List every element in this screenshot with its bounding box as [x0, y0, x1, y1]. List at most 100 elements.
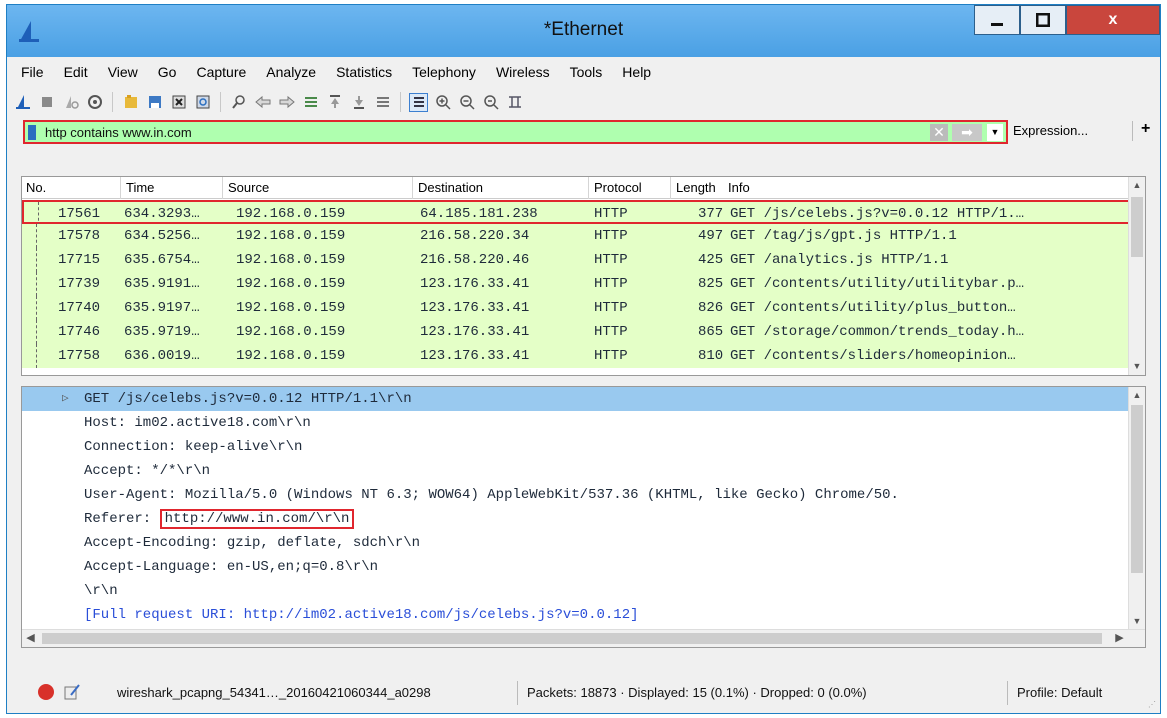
filter-text[interactable]: http contains www.in.com [45, 125, 192, 140]
table-row[interactable]: 17715 635.6754… 192.168.0.159 216.58.220… [22, 248, 1134, 272]
scroll-down-icon[interactable]: ▼ [1129, 613, 1145, 630]
cell-source: 192.168.0.159 [236, 206, 346, 222]
go-forward-icon[interactable] [277, 93, 296, 112]
menu-go[interactable]: Go [148, 64, 187, 80]
chevron-down-icon[interactable]: ▼ [987, 124, 1003, 141]
save-file-icon[interactable] [145, 93, 164, 112]
detail-line-accept[interactable]: Accept: */*\r\n [22, 459, 1130, 483]
menu-statistics[interactable]: Statistics [326, 64, 402, 80]
display-filter-input[interactable]: http contains www.in.com ✕ ➡ ▼ [23, 120, 1008, 144]
cell-protocol: HTTP [594, 276, 628, 292]
detail-line-request[interactable]: ▷ GET /js/celebs.js?v=0.0.12 HTTP/1.1\r\… [22, 387, 1130, 411]
detail-line-full-uri[interactable]: [Full request URI: http://im02.active18.… [22, 603, 1130, 627]
scroll-right-icon[interactable]: ▶ [1111, 630, 1128, 647]
colorize-icon[interactable] [409, 92, 428, 112]
cell-info: GET /storage/common/trends_today.h… [730, 324, 1025, 340]
scroll-up-icon[interactable]: ▲ [1129, 177, 1145, 194]
column-length[interactable]: Length [676, 180, 716, 195]
close-file-icon[interactable] [169, 93, 188, 112]
scroll-thumb[interactable] [42, 633, 1102, 644]
detail-line-crlf[interactable]: \r\n [22, 579, 1130, 603]
details-horizontal-scrollbar[interactable]: ◀ ▶ [22, 629, 1145, 647]
scroll-left-icon[interactable]: ◀ [22, 630, 39, 647]
details-vertical-scrollbar[interactable]: ▲ ▼ [1128, 387, 1145, 630]
capture-options-icon[interactable] [85, 93, 104, 112]
last-packet-icon[interactable] [349, 93, 368, 112]
column-info[interactable]: Info [728, 180, 750, 195]
tree-line [36, 296, 37, 320]
table-row[interactable]: 17739 635.9191… 192.168.0.159 123.176.33… [22, 272, 1134, 296]
normal-size-icon[interactable] [481, 93, 500, 112]
display-filter-bar: http contains www.in.com ✕ ➡ ▼ Expressio… [7, 118, 1160, 146]
expand-arrow-icon[interactable]: ▷ [62, 387, 69, 411]
cell-destination: 123.176.33.41 [420, 276, 530, 292]
cell-time: 635.9191… [124, 276, 200, 292]
packet-list-scrollbar[interactable]: ▲ ▼ [1128, 177, 1145, 375]
scroll-up-icon[interactable]: ▲ [1129, 387, 1145, 404]
resize-grip-icon[interactable]: ⋰ [1148, 700, 1156, 709]
detail-line-accept-encoding[interactable]: Accept-Encoding: gzip, deflate, sdch\r\n [22, 531, 1130, 555]
scroll-thumb[interactable] [1131, 197, 1143, 257]
zoom-out-icon[interactable] [457, 93, 476, 112]
clear-filter-icon[interactable]: ✕ [930, 124, 948, 141]
reload-file-icon[interactable] [193, 93, 212, 112]
detail-line-host[interactable]: Host: im02.active18.com\r\n [22, 411, 1130, 435]
cell-destination: 64.185.181.238 [420, 206, 538, 222]
full-uri-link[interactable]: [Full request URI: http://im02.active18.… [84, 607, 639, 623]
go-to-packet-icon[interactable] [301, 93, 320, 112]
go-back-icon[interactable] [253, 93, 272, 112]
apply-filter-icon[interactable]: ➡ [952, 124, 982, 141]
restart-capture-icon[interactable] [61, 93, 80, 112]
detail-line-connection[interactable]: Connection: keep-alive\r\n [22, 435, 1130, 459]
expression-button[interactable]: Expression... [1013, 123, 1088, 138]
cell-source: 192.168.0.159 [236, 276, 346, 292]
menu-file[interactable]: File [11, 64, 54, 80]
maximize-icon [1036, 13, 1050, 27]
cell-no: 17739 [58, 276, 101, 292]
cell-protocol: HTTP [594, 300, 628, 316]
table-row[interactable]: 17578 634.5256… 192.168.0.159 216.58.220… [22, 224, 1134, 248]
menu-capture[interactable]: Capture [186, 64, 256, 80]
minimize-button[interactable] [974, 5, 1020, 35]
status-profile[interactable]: Profile: Default [1017, 685, 1102, 700]
menu-help[interactable]: Help [612, 64, 661, 80]
detail-line-referer[interactable]: Referer: http://www.in.com/\r\n [22, 507, 1130, 531]
close-button[interactable]: x [1066, 5, 1160, 35]
stop-capture-icon[interactable] [37, 93, 56, 112]
table-row[interactable]: 17758 636.0019… 192.168.0.159 123.176.33… [22, 344, 1134, 368]
find-packet-icon[interactable] [229, 93, 248, 112]
table-row[interactable]: 17740 635.9197… 192.168.0.159 123.176.33… [22, 296, 1134, 320]
table-row[interactable]: 17746 635.9719… 192.168.0.159 123.176.33… [22, 320, 1134, 344]
menu-analyze[interactable]: Analyze [256, 64, 326, 80]
menu-tools[interactable]: Tools [560, 64, 613, 80]
menu-view[interactable]: View [98, 64, 148, 80]
column-destination[interactable]: Destination [418, 180, 483, 195]
menu-telephony[interactable]: Telephony [402, 64, 486, 80]
capture-status-icon[interactable] [37, 683, 55, 701]
cell-info: GET /analytics.js HTTP/1.1 [730, 252, 949, 268]
menu-wireless[interactable]: Wireless [486, 64, 560, 80]
detail-line-user-agent[interactable]: User-Agent: Mozilla/5.0 (Windows NT 6.3;… [22, 483, 1130, 507]
maximize-button[interactable] [1020, 5, 1066, 35]
edit-comment-icon[interactable] [63, 683, 81, 701]
start-capture-icon[interactable] [13, 93, 32, 112]
resize-columns-icon[interactable] [505, 93, 524, 112]
zoom-in-icon[interactable] [433, 93, 452, 112]
scroll-down-icon[interactable]: ▼ [1129, 358, 1145, 375]
open-file-icon[interactable] [121, 93, 140, 112]
menu-edit[interactable]: Edit [54, 64, 98, 80]
detail-lines: ▷ GET /js/celebs.js?v=0.0.12 HTTP/1.1\r\… [22, 387, 1130, 627]
column-no[interactable]: No. [26, 180, 46, 195]
detail-line-accept-language[interactable]: Accept-Language: en-US,en;q=0.8\r\n [22, 555, 1130, 579]
table-row[interactable]: 17561 634.3293… 192.168.0.159 64.185.181… [22, 200, 1134, 226]
cell-time: 635.9197… [124, 300, 200, 316]
column-source[interactable]: Source [228, 180, 269, 195]
first-packet-icon[interactable] [325, 93, 344, 112]
autoscroll-icon[interactable] [373, 93, 392, 112]
scroll-thumb[interactable] [1131, 405, 1143, 573]
column-time[interactable]: Time [126, 180, 154, 195]
bookmark-icon[interactable] [28, 125, 36, 140]
add-filter-button[interactable]: + [1141, 120, 1150, 138]
cell-source: 192.168.0.159 [236, 252, 346, 268]
column-protocol[interactable]: Protocol [594, 180, 642, 195]
